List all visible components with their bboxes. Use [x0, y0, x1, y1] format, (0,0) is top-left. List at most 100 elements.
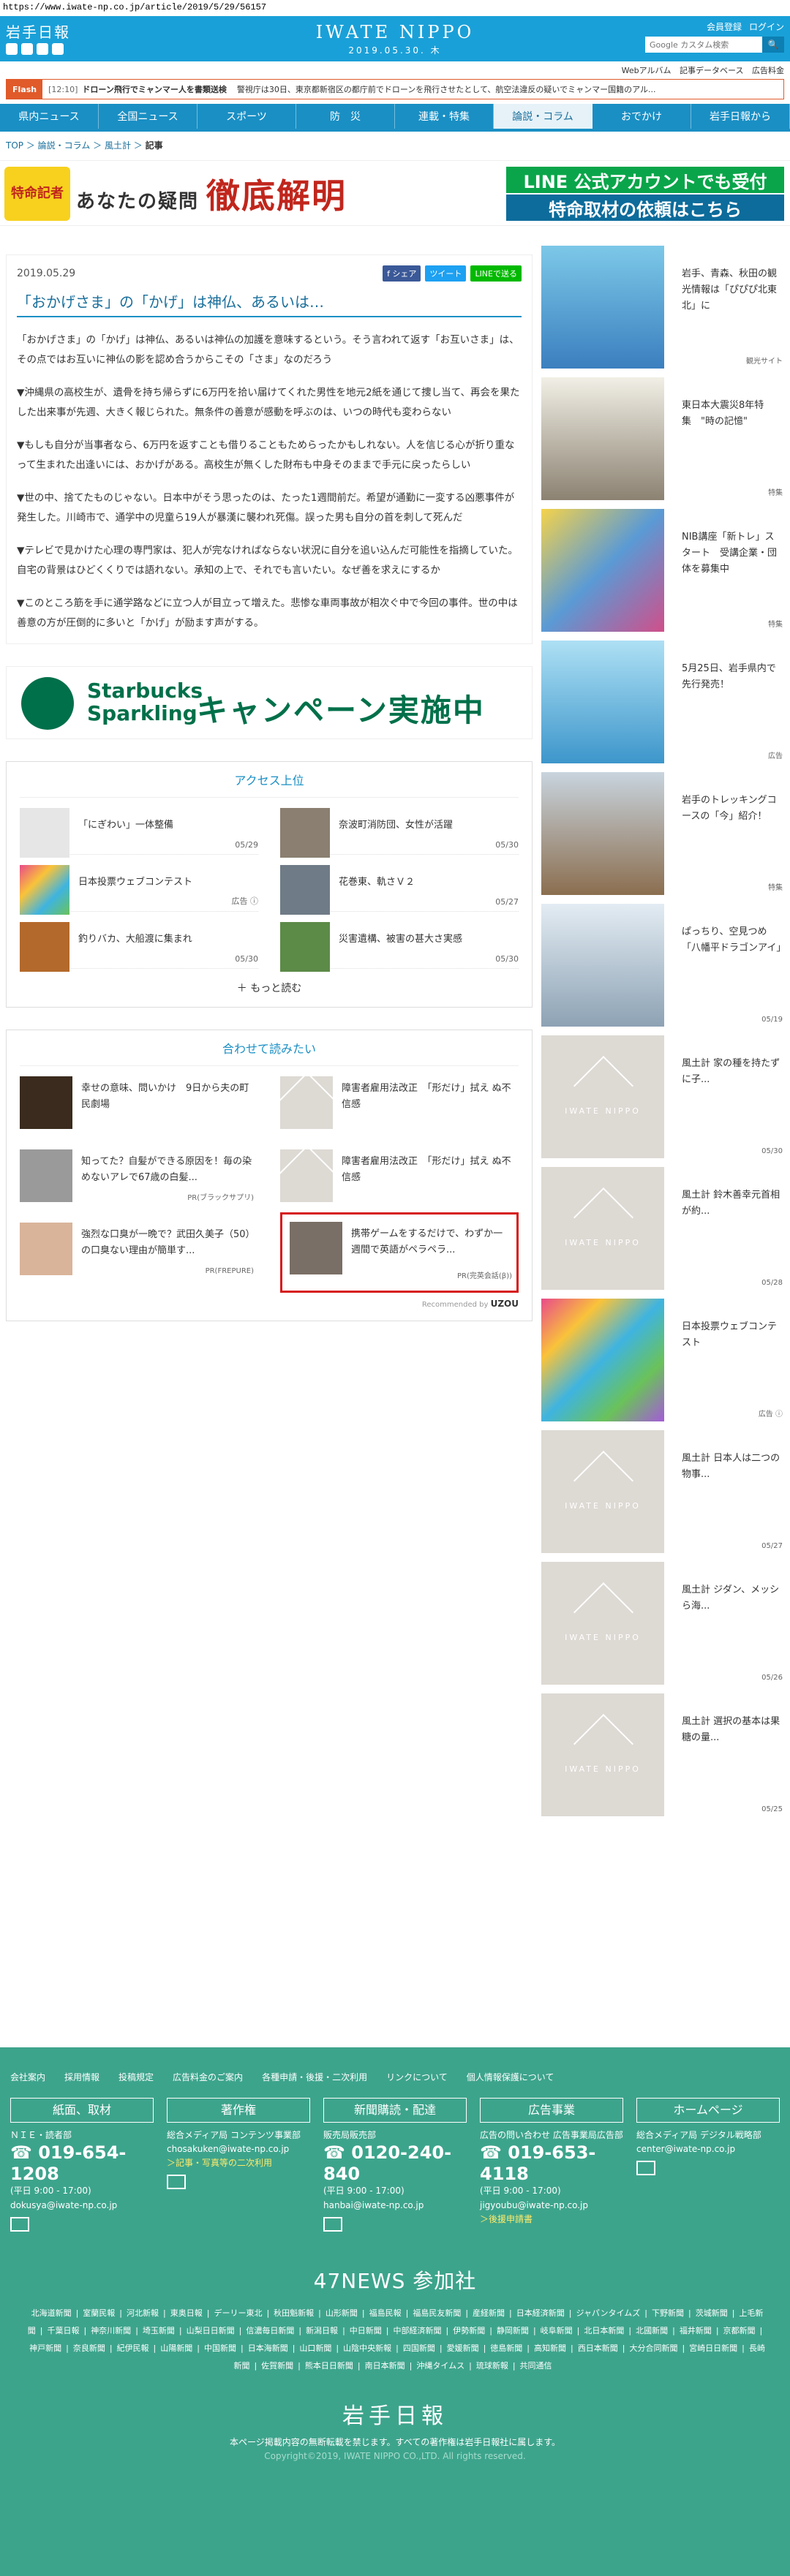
phone-number[interactable]: ☎ 019-654-1208 [10, 2142, 154, 2185]
nav-editorial[interactable]: 論説・コラム [494, 104, 592, 129]
flash-news-ticker[interactable]: Flash [12:10] ドローン飛行でミャンマー人を書類送検 警視庁は30日… [6, 79, 784, 99]
sidebar-item[interactable]: IWATE NIPPO 風土計 選択の基本は果糖の量... 05/25 [541, 1689, 790, 1821]
sidebar-item[interactable]: IWATE NIPPO 風土計 家の種を持たずに子... 05/30 [541, 1031, 790, 1163]
member-paper-link[interactable]: 四国新聞 [403, 2343, 435, 2353]
member-paper-link[interactable]: 福島民報 [369, 2308, 402, 2318]
nav-outing[interactable]: おでかけ [592, 104, 691, 129]
nav-sports[interactable]: スポーツ [198, 104, 296, 129]
line-share-button[interactable]: LINEで送る [470, 265, 522, 282]
mail-icon[interactable] [323, 2216, 342, 2232]
more-button[interactable]: ＋ もっと読む [20, 981, 519, 995]
member-paper-link[interactable]: 秋田魁新報 [274, 2308, 314, 2318]
footer-link[interactable]: リンクについて [386, 2071, 448, 2083]
member-paper-link[interactable]: 福井新聞 [680, 2326, 712, 2335]
member-paper-link[interactable]: 神戸新聞 [29, 2343, 61, 2353]
member-paper-link[interactable]: 千葉日報 [47, 2326, 79, 2335]
recommend-item[interactable]: 強烈な口臭が一晩で？武田久美子（50）の口臭ない理由が簡単す... PR(FREP… [20, 1212, 258, 1285]
member-paper-link[interactable]: 奈良新聞 [73, 2343, 105, 2353]
contact-email[interactable]: hanbai@iwate-np.co.jp [323, 2199, 467, 2213]
footer-logo[interactable]: 岩手日報 [0, 2398, 790, 2430]
recommend-item[interactable]: 障害者雇用法改正 「形だけ」拭え ぬ不信感 [280, 1139, 519, 1212]
member-paper-link[interactable]: 紀伊民報 [117, 2343, 149, 2353]
member-paper-link[interactable]: 愛媛新聞 [447, 2343, 479, 2353]
footer-link[interactable]: 会社案内 [10, 2071, 45, 2083]
member-paper-link[interactable]: デーリー東北 [214, 2308, 262, 2318]
sidebar-item[interactable]: 岩手のトレッキングコースの「今」紹介！ 特集 [541, 768, 790, 899]
mail-icon[interactable] [636, 2160, 655, 2175]
nav-series[interactable]: 連載・特集 [395, 104, 494, 129]
member-paper-link[interactable]: 沖縄タイムス [416, 2361, 464, 2371]
member-paper-link[interactable]: 日本海新聞 [248, 2343, 288, 2353]
ranking-item[interactable]: 日本投票ウェブコンテスト 広告 ⓘ [20, 855, 258, 915]
member-paper-link[interactable]: 琉球新報 [476, 2361, 508, 2371]
member-paper-link[interactable]: 南日本新聞 [365, 2361, 405, 2371]
sidebar-item[interactable]: 日本投票ウェブコンテスト 広告 ⓘ [541, 1294, 790, 1426]
member-paper-link[interactable]: 北國新聞 [636, 2326, 668, 2335]
member-paper-link[interactable]: 高知新聞 [534, 2343, 566, 2353]
member-paper-link[interactable]: 中国新聞 [204, 2343, 236, 2353]
member-paper-link[interactable]: 山陰中央新報 [343, 2343, 391, 2353]
contact-email[interactable]: chosakuken@iwate-np.co.jp [167, 2142, 310, 2156]
register-link[interactable]: 会員登録 [707, 20, 742, 33]
uzou-logo[interactable]: UZOU [491, 1299, 519, 1309]
sidebar-item[interactable]: ぱっちり、空見つめ「八幡平ドラゴンアイ」 05/19 [541, 899, 790, 1031]
search-input[interactable] [645, 37, 762, 53]
member-paper-link[interactable]: 山陽新聞 [160, 2343, 192, 2353]
search-button[interactable]: 🔍 [762, 37, 784, 53]
ranking-item[interactable]: 「にぎわい」一体整備 05/29 [20, 798, 258, 858]
member-paper-link[interactable]: 室蘭民報 [83, 2308, 115, 2318]
member-paper-link[interactable]: 埼玉新聞 [143, 2326, 175, 2335]
member-paper-link[interactable]: 徳島新聞 [490, 2343, 522, 2353]
recommend-item-highlighted[interactable]: 携帯ゲームをするだけで、わずか一週間で英語がペラペラ... PR(完英会話(β)) [280, 1212, 519, 1293]
member-paper-link[interactable]: 大分合同新聞 [629, 2343, 677, 2353]
sidebar-item[interactable]: IWATE NIPPO 風土計 日本人は二つの物事... 05/27 [541, 1426, 790, 1557]
sponsorship-form-link[interactable]: ＞後援申請書 [480, 2213, 623, 2226]
footer-link[interactable]: 広告料金のご案内 [173, 2071, 243, 2083]
flash-headline[interactable]: ドローン飛行でミャンマー人を書類送検 [82, 83, 226, 95]
sidebar-item[interactable]: IWATE NIPPO 風土計 鈴木善幸元首相が約... 05/28 [541, 1163, 790, 1294]
footer-link[interactable]: 個人情報保護について [467, 2071, 554, 2083]
member-paper-link[interactable]: 岐阜新聞 [541, 2326, 573, 2335]
line-account-button[interactable]: LINE 公式アカウントでも受付 [506, 167, 784, 193]
contact-email[interactable]: dokusya@iwate-np.co.jp [10, 2199, 154, 2213]
member-paper-link[interactable]: 日本経済新聞 [516, 2308, 565, 2318]
sidebar-item[interactable]: 5月25日、岩手県内で先行発売！ 広告 [541, 636, 790, 768]
subnav-ad-rates[interactable]: 広告料金 [752, 66, 784, 75]
member-paper-link[interactable]: 河北新報 [127, 2308, 159, 2318]
member-paper-link[interactable]: 宮崎日日新聞 [689, 2343, 737, 2353]
member-paper-link[interactable]: 山形新聞 [326, 2308, 358, 2318]
member-paper-link[interactable]: 伊勢新聞 [453, 2326, 485, 2335]
member-paper-link[interactable]: 茨城新聞 [696, 2308, 728, 2318]
mail-icon[interactable] [10, 2216, 29, 2232]
tokumei-banner[interactable]: 特命記者 あなたの疑問 徹底解明 LINE 公式アカウントでも受付 特命取材の依頼… [0, 160, 790, 226]
member-paper-link[interactable]: 北日本新聞 [584, 2326, 624, 2335]
tweet-button[interactable]: ツイート [425, 265, 467, 282]
member-paper-link[interactable]: 福島民友新聞 [413, 2308, 461, 2318]
member-paper-link[interactable]: 信濃毎日新聞 [246, 2326, 294, 2335]
ranking-item[interactable]: 釣りバカ、大船渡に集まれ 05/30 [20, 912, 258, 972]
recommend-item[interactable]: 障害者雇用法改正 「形だけ」拭え ぬ不信感 [280, 1066, 519, 1139]
nav-disaster[interactable]: 防 災 [296, 104, 395, 129]
member-paper-link[interactable]: 北海道新聞 [31, 2308, 72, 2318]
login-link[interactable]: ログイン [749, 20, 784, 33]
recommend-item[interactable]: 幸せの意味、問いかけ 9日から夫の町民劇場 [20, 1066, 258, 1139]
footer-link[interactable]: 各種申請・後援・二次利用 [262, 2071, 367, 2083]
nav-national-news[interactable]: 全国ニュース [99, 104, 198, 129]
nav-from-nippo[interactable]: 岩手日報から [691, 104, 790, 129]
footer-link[interactable]: 採用情報 [64, 2071, 99, 2083]
member-paper-link[interactable]: 産経新聞 [473, 2308, 505, 2318]
member-paper-link[interactable]: 佐賀新聞 [261, 2361, 293, 2371]
footer-link[interactable]: 投稿規定 [118, 2071, 154, 2083]
member-paper-link[interactable]: ジャパンタイムズ [576, 2308, 640, 2318]
facebook-share-button[interactable]: f シェア [383, 265, 421, 282]
mail-icon[interactable] [167, 2175, 186, 2190]
phone-number[interactable]: ☎ 0120-240-840 [323, 2142, 467, 2185]
member-paper-link[interactable]: 新潟日報 [306, 2326, 338, 2335]
member-paper-link[interactable]: 山梨日日新聞 [187, 2326, 235, 2335]
breadcrumb-top[interactable]: TOP [6, 140, 23, 151]
breadcrumb-editorial[interactable]: 論説・コラム [38, 140, 91, 151]
member-paper-link[interactable]: 神奈川新聞 [91, 2326, 131, 2335]
phone-number[interactable]: ☎ 019-653-4118 [480, 2142, 623, 2185]
sidebar-item[interactable]: 岩手、青森、秋田の観光情報は「ぴぴぴ北東北」に 観光サイト [541, 241, 790, 373]
member-paper-link[interactable]: 中日新聞 [350, 2326, 382, 2335]
